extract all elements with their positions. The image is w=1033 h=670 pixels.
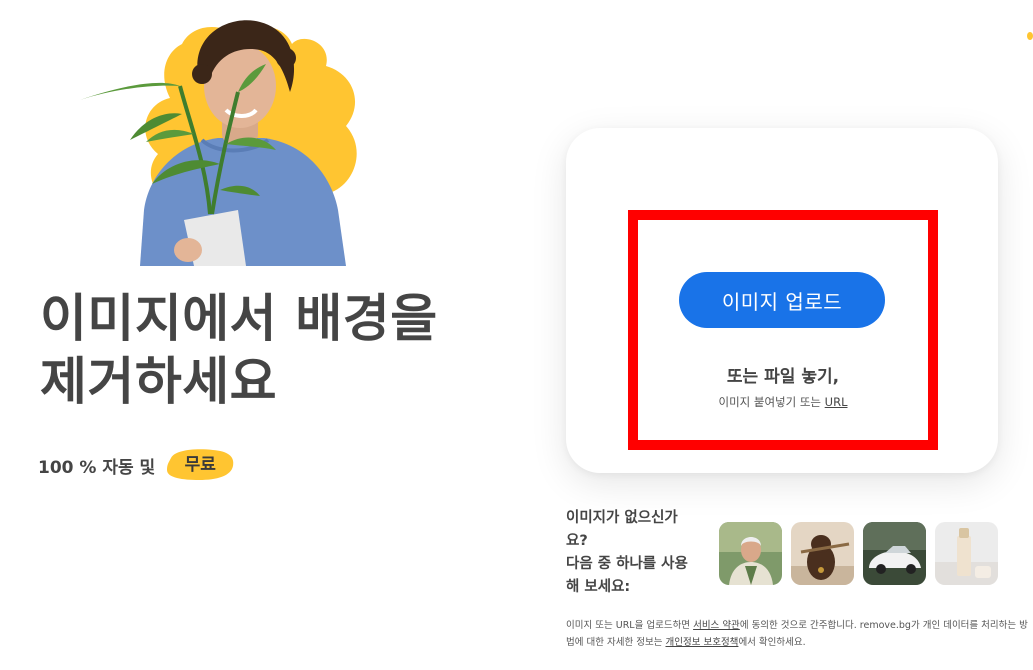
- page-title: 이미지에서 배경을 제거하세요: [40, 288, 560, 414]
- paste-hint: 이미지 붙여넣기 또는 URL: [628, 394, 938, 410]
- paste-hint-text: 이미지 붙여넣기 또는: [718, 395, 822, 409]
- legal-notice: 이미지 또는 URL을 업로드하면 서비스 약관에 동의한 것으로 간주합니다.…: [566, 617, 1028, 651]
- headline-line-1: 이미지에서 배경을: [40, 290, 438, 349]
- hero-illustration: [80, 20, 357, 266]
- privacy-policy-link[interactable]: 개인정보 보호정책: [665, 637, 738, 648]
- url-link[interactable]: URL: [825, 395, 848, 409]
- legal-text-1: 이미지 또는 URL을 업로드하면: [566, 620, 694, 631]
- highlight-box: [628, 210, 938, 450]
- sample-dog-image: [791, 522, 854, 585]
- sample-car-image: [863, 522, 926, 585]
- sample-cosmetics-image: [935, 522, 998, 585]
- terms-of-service-link[interactable]: 서비스 약관: [693, 620, 740, 631]
- samples-prompt-line-4: 해 보세요:: [566, 579, 631, 595]
- tagline: 100 % 자동 및 무료: [38, 448, 235, 482]
- upload-image-button[interactable]: 이미지 업로드: [679, 272, 885, 328]
- samples-prompt-line-3: 다음 중 하나를 사용: [566, 556, 688, 572]
- decorative-dot: [1027, 32, 1033, 40]
- sample-image-car[interactable]: [863, 522, 926, 585]
- free-badge-label: 무료: [184, 455, 216, 475]
- free-badge: 무료: [165, 448, 235, 482]
- sample-image-dog[interactable]: [791, 522, 854, 585]
- legal-text-3: 에서 확인하세요.: [738, 637, 806, 648]
- sample-image-person[interactable]: [719, 522, 782, 585]
- samples-prompt: 이미지가 없으신가 요? 다음 중 하나를 사용 해 보세요:: [566, 507, 716, 599]
- samples-prompt-line-1: 이미지가 없으신가: [566, 510, 678, 526]
- headline-line-2: 제거하세요: [40, 353, 278, 412]
- samples-prompt-line-2: 요?: [566, 533, 588, 549]
- tagline-text: 100 % 자동 및: [38, 457, 156, 478]
- sample-image-cosmetics[interactable]: [935, 522, 998, 585]
- drop-file-label: 또는 파일 놓기,: [726, 367, 840, 387]
- sample-person-image: [719, 522, 782, 585]
